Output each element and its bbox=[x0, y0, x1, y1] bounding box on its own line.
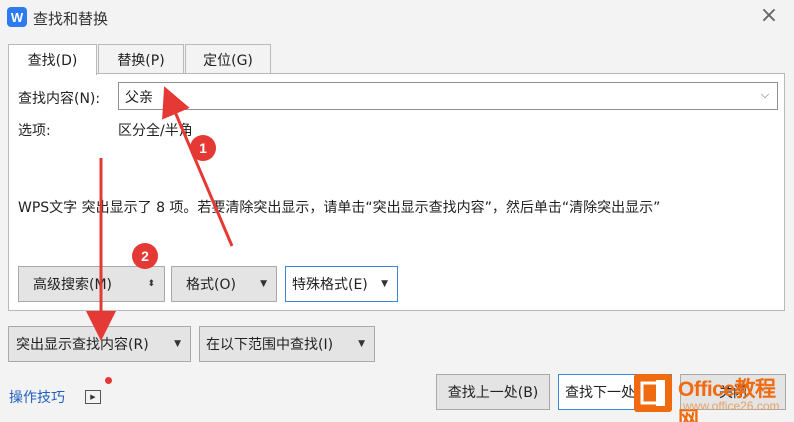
dropdown-arrow-icon: ▼ bbox=[381, 279, 388, 289]
close-icon[interactable]: × bbox=[758, 5, 780, 28]
watermark-url: www.office26.com bbox=[683, 399, 780, 413]
title-bar: W 查找和替换 × bbox=[0, 0, 794, 36]
dropdown-arrow-icon: ▼ bbox=[174, 339, 181, 349]
tab-replace[interactable]: 替换(P) bbox=[98, 44, 184, 74]
annotation-badge-2: 2 bbox=[132, 243, 158, 269]
find-label: 查找内容(N): bbox=[18, 91, 101, 107]
find-previous-button[interactable]: 查找上一处(B) bbox=[436, 374, 550, 410]
find-in-label: 在以下范围中查找(I) bbox=[206, 337, 334, 353]
special-format-button[interactable]: 特殊格式(E) ▼ bbox=[285, 266, 398, 302]
advanced-search-button[interactable]: 高级搜索(M) ⬍ bbox=[18, 266, 165, 302]
office-logo-icon bbox=[634, 374, 672, 412]
watermark-name: Office教程网 bbox=[678, 378, 776, 422]
highlight-find-label: 突出显示查找内容(R) bbox=[16, 337, 149, 353]
annotation-badge-1: 1 bbox=[190, 135, 216, 161]
options-label: 选项: bbox=[18, 123, 51, 139]
notification-dot bbox=[105, 377, 112, 384]
advanced-search-label: 高级搜索(M) bbox=[33, 277, 113, 293]
chevron-down-icon[interactable]: ⌵ bbox=[758, 88, 772, 102]
video-play-icon[interactable]: ▶ bbox=[85, 390, 101, 404]
find-in-button[interactable]: 在以下范围中查找(I) ▼ bbox=[199, 326, 375, 362]
tab-find[interactable]: 查找(D) bbox=[8, 44, 97, 75]
options-value: 区分全/半角 bbox=[118, 123, 193, 139]
wps-app-icon: W bbox=[7, 7, 27, 27]
special-format-label: 特殊格式(E) bbox=[292, 277, 368, 293]
find-input[interactable]: 父亲 bbox=[118, 82, 778, 110]
tips-link[interactable]: 操作技巧 bbox=[9, 387, 65, 407]
tab-goto[interactable]: 定位(G) bbox=[185, 44, 271, 74]
dropdown-arrow-icon: ▼ bbox=[260, 279, 267, 289]
find-previous-label: 查找上一处(B) bbox=[447, 385, 539, 401]
dropdown-arrow-icon: ▼ bbox=[358, 339, 365, 349]
format-button[interactable]: 格式(O) ▼ bbox=[171, 266, 277, 302]
double-chevron-icon: ⬍ bbox=[147, 279, 155, 289]
highlight-find-button[interactable]: 突出显示查找内容(R) ▼ bbox=[8, 326, 191, 362]
format-label: 格式(O) bbox=[186, 277, 236, 293]
window-title: 查找和替换 bbox=[33, 10, 109, 28]
status-message: WPS文字 突出显示了 8 项。若要清除突出显示，请单击“突出显示查找内容”，然… bbox=[18, 200, 661, 216]
